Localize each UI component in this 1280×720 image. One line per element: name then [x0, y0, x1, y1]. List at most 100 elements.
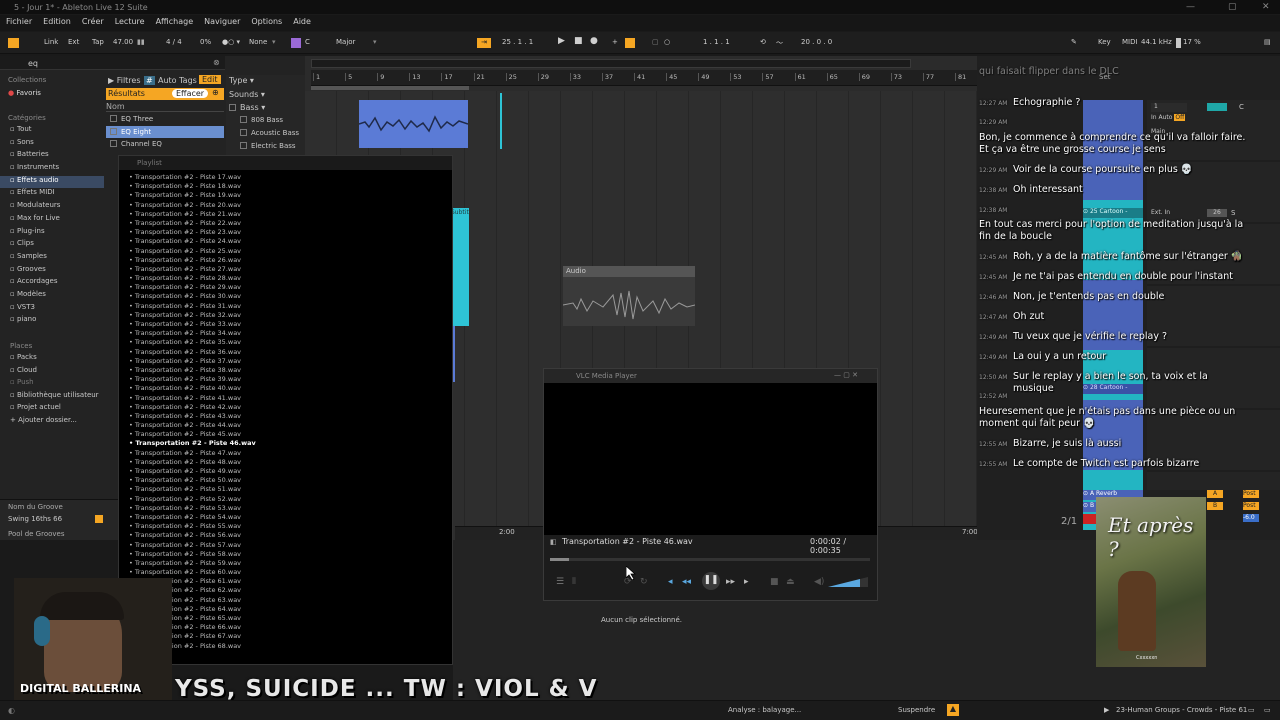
menu-help[interactable]: Aide	[293, 17, 311, 31]
playlist-item[interactable]: • Transportation #2 - Piste 25.wav	[129, 247, 449, 256]
playlist-item[interactable]: • Transportation #2 - Piste 60.wav	[129, 568, 449, 577]
playlist-item[interactable]: • Transportation #2 - Piste 43.wav	[129, 412, 449, 421]
playlist-item[interactable]: • Transportation #2 - Piste 30.wav	[129, 292, 449, 301]
window-controls-icon[interactable]: — ▢ ✕	[834, 371, 858, 379]
place-item[interactable]: ▫ Push	[0, 378, 104, 391]
menu-edit[interactable]: Edition	[43, 17, 71, 31]
category-item-selected[interactable]: ▫ Effets audio	[0, 175, 104, 189]
category-item[interactable]: ▫ Plug-ins	[0, 227, 104, 240]
playlist-item[interactable]: • Transportation #2 - Piste 39.wav	[129, 375, 449, 384]
playlist-item[interactable]: • Transportation #2 - Piste 23.wav	[129, 228, 449, 237]
playlist-item[interactable]: • Transportation #2 - Piste 59.wav	[129, 559, 449, 568]
category-item[interactable]: ▫ Effets MIDI	[0, 188, 104, 201]
category-item[interactable]: ▫ Sons	[0, 138, 104, 151]
pre-post-button[interactable]: Post	[1243, 490, 1259, 498]
category-item[interactable]: ▫ Instruments	[0, 163, 104, 176]
category-item[interactable]: ▫ Samples	[0, 252, 104, 265]
category-item[interactable]: ▫ Modulateurs	[0, 201, 104, 214]
menu-create[interactable]: Créer	[82, 17, 104, 31]
overview-scroller[interactable]	[311, 59, 911, 68]
alert-icon[interactable]: ▲	[947, 704, 959, 716]
scale-mode-icon[interactable]	[291, 38, 301, 48]
record-quantize-icon[interactable]: ●○ ▾	[222, 38, 240, 46]
playlist-item[interactable]: • Transportation #2 - Piste 26.wav	[129, 256, 449, 265]
equalizer-icon[interactable]: ⦀	[572, 577, 576, 587]
overview-icon[interactable]: ▤	[1264, 38, 1271, 46]
close-icon[interactable]: ✕	[1262, 2, 1270, 12]
loop-brace[interactable]	[311, 86, 469, 90]
loop-start-field[interactable]: 1 . 1 . 1	[703, 38, 730, 46]
stop-icon[interactable]: ■	[574, 36, 583, 46]
metronome-icon[interactable]: ▮▮	[137, 38, 145, 46]
category-item[interactable]: ▫ Modèles	[0, 290, 104, 303]
edit-tags-button[interactable]: Edit	[199, 75, 221, 84]
category-item[interactable]: ▫ Grooves	[0, 265, 104, 278]
shuffle-icon[interactable]: ↻	[640, 577, 648, 587]
type-sounds-dropdown[interactable]: Sounds ▾	[229, 90, 265, 99]
playlist-item[interactable]: • Transportation #2 - Piste 62.wav	[129, 586, 449, 595]
playlist-item[interactable]: • Transportation #2 - Piste 56.wav	[129, 531, 449, 540]
playlist-item[interactable]: • Transportation #2 - Piste 29.wav	[129, 283, 449, 292]
playlist-item[interactable]: • Transportation #2 - Piste 17.wav	[129, 173, 449, 182]
capture-icon[interactable]: ○	[664, 38, 670, 46]
category-item[interactable]: ▫ VST3	[0, 303, 104, 316]
playlist-item[interactable]: • Transportation #2 - Piste 18.wav	[129, 182, 449, 191]
record-icon[interactable]: ●	[590, 36, 598, 46]
category-item[interactable]: ▫ Tout	[0, 125, 104, 138]
favorites-item[interactable]: ● Favoris	[8, 89, 41, 97]
playlist-item[interactable]: • Transportation #2 - Piste 51.wav	[129, 485, 449, 494]
rewind-icon[interactable]: ◂◂	[682, 577, 691, 587]
menu-navigate[interactable]: Naviguer	[204, 17, 240, 31]
expand-icon[interactable]: ▭	[1264, 706, 1271, 714]
song-position-field[interactable]: 25 . 1 . 1	[502, 38, 533, 46]
place-item[interactable]: ▫ Bibliothèque utilisateur	[0, 391, 104, 404]
playlist-item[interactable]: • Transportation #2 - Piste 35.wav	[129, 338, 449, 347]
play-track-icon[interactable]: ▶	[1104, 706, 1109, 714]
groove-item[interactable]: Swing 16ths 66	[8, 515, 62, 523]
playlist-item[interactable]: • Transportation #2 - Piste 49.wav	[129, 467, 449, 476]
playlist-item[interactable]: • Transportation #2 - Piste 67.wav	[129, 632, 449, 641]
follow-arrange-icon[interactable]: ⇥	[477, 38, 491, 48]
place-item[interactable]: + Ajouter dossier...	[0, 416, 104, 429]
audio-clip-cyan[interactable]: Subtitstep	[451, 208, 469, 326]
playlist-item[interactable]: • Transportation #2 - Piste 50.wav	[129, 476, 449, 485]
audio-clip-gray[interactable]: Audio	[563, 266, 695, 326]
search-input[interactable]: eq	[28, 59, 38, 68]
key-map-button[interactable]: Key	[1098, 38, 1111, 46]
playlist-item[interactable]: • Transportation #2 - Piste 47.wav	[129, 449, 449, 458]
result-item[interactable]: EQ Three	[106, 113, 224, 126]
next-icon[interactable]: ▸	[744, 577, 749, 587]
playlist-item[interactable]: • Transportation #2 - Piste 24.wav	[129, 237, 449, 246]
playlist-item[interactable]: • Transportation #2 - Piste 58.wav	[129, 550, 449, 559]
tag-item[interactable]: Acoustic Bass	[240, 129, 299, 137]
session-record-icon[interactable]: ▢	[652, 38, 659, 46]
tap-tempo-button[interactable]: Tap	[92, 38, 104, 46]
playlist-item[interactable]: • Transportation #2 - Piste 41.wav	[129, 394, 449, 403]
playlist-item[interactable]: • Transportation #2 - Piste 53.wav	[129, 504, 449, 513]
menu-options[interactable]: Options	[251, 17, 282, 31]
fast-forward-icon[interactable]: ▸▸	[726, 577, 735, 587]
punch-icon[interactable]: 〜	[776, 38, 783, 48]
eject-icon[interactable]: ⏏	[786, 577, 795, 587]
playlist-toggle-icon[interactable]: ☰	[556, 577, 564, 587]
view-toggle-icon[interactable]	[8, 38, 19, 48]
return-b-button[interactable]: B	[1207, 502, 1223, 510]
master-volume-field[interactable]: -6.0	[1243, 514, 1259, 522]
menu-playback[interactable]: Lecture	[115, 17, 145, 31]
category-item[interactable]: ▫ Max for Live	[0, 214, 104, 227]
loop-toggle-icon[interactable]: ⟲	[760, 38, 766, 46]
automation-arm-icon[interactable]	[625, 38, 635, 48]
audio-clip-blue[interactable]	[359, 100, 468, 148]
playlist-item[interactable]: • Transportation #2 - Piste 31.wav	[129, 302, 449, 311]
filters-button[interactable]: ▶ Filtres	[108, 76, 141, 85]
playlist-item[interactable]: • Transportation #2 - Piste 38.wav	[129, 366, 449, 375]
quantize-dropdown[interactable]: None	[249, 38, 267, 46]
time-signature-field[interactable]: 4 / 4	[166, 38, 182, 46]
groove-commit-icon[interactable]	[95, 515, 103, 523]
pre-post-button[interactable]: Post	[1243, 502, 1259, 510]
playlist-item[interactable]: • Transportation #2 - Piste 40.wav	[129, 384, 449, 393]
playlist-item[interactable]: • Transportation #2 - Piste 20.wav	[129, 201, 449, 210]
place-item[interactable]: ▫ Packs	[0, 353, 104, 366]
playlist-item[interactable]: • Transportation #2 - Piste 28.wav	[129, 274, 449, 283]
link-button[interactable]: Link	[44, 38, 58, 46]
